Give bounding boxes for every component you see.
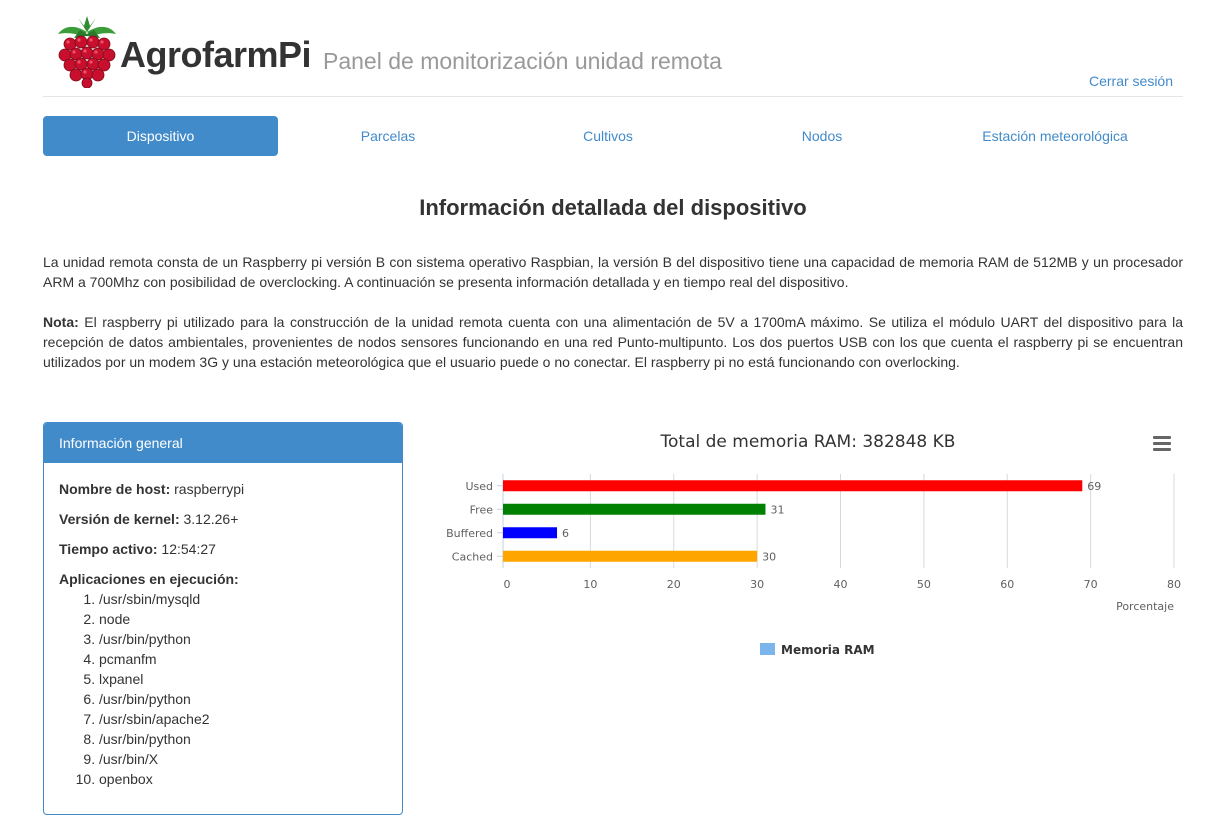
hostname-row: Nombre de host: raspberrypi (59, 479, 387, 499)
bar (503, 527, 558, 539)
uptime-label: Tiempo activo: (59, 541, 158, 557)
kernel-row: Versión de kernel: 3.12.26+ (59, 509, 387, 529)
general-info-panel: Información general Nombre de host: rasp… (43, 422, 403, 815)
brand-title: AgrofarmPi (120, 34, 312, 75)
ram-chart: Total de memoria RAM: 382848 KB 0 10 20 30 40… (425, 422, 1185, 672)
bar (503, 550, 758, 562)
list-item: /usr/bin/python (99, 629, 387, 649)
uptime-row: Tiempo activo: 12:54:27 (59, 539, 387, 559)
list-item: /usr/bin/python (99, 689, 387, 709)
hostname-label: Nombre de host: (59, 481, 171, 497)
y-category-label: Buffered (446, 527, 493, 540)
data-label: 6 (562, 527, 569, 540)
kernel-value: 3.12.26+ (179, 511, 239, 527)
nav-tab-cultivos[interactable]: Cultivos (498, 116, 718, 156)
chart-menu-icon[interactable] (1153, 436, 1171, 452)
panel-body: Nombre de host: raspberrypi Versión de k… (44, 463, 402, 789)
raspberry-logo-icon (58, 16, 116, 88)
y-category-label: Free (470, 503, 494, 516)
bar (503, 480, 1083, 492)
list-item: lxpanel (99, 669, 387, 689)
list-item: /usr/bin/python (99, 729, 387, 749)
list-item: /usr/bin/X (99, 749, 387, 769)
x-tick-label: 70 (1084, 578, 1098, 591)
x-tick-label: 0 (504, 578, 511, 591)
apps-list: /usr/sbin/mysqld node /usr/bin/python pc… (59, 589, 387, 789)
x-tick-label: 40 (834, 578, 848, 591)
legend-label: Memoria RAM (781, 643, 875, 657)
x-tick-label: 10 (583, 578, 597, 591)
apps-label: Aplicaciones en ejecución: (59, 571, 239, 587)
x-tick-label: 20 (667, 578, 681, 591)
data-label: 31 (770, 503, 784, 516)
panel-heading: Información general (44, 423, 402, 463)
x-tick-label: 80 (1167, 578, 1181, 591)
x-tick-label: 50 (917, 578, 931, 591)
list-item: node (99, 609, 387, 629)
x-tick-label: 60 (1000, 578, 1014, 591)
main-nav: Dispositivo Parcelas Cultivos Nodos Esta… (43, 116, 1183, 156)
nav-tab-parcelas[interactable]: Parcelas (278, 116, 498, 156)
ram-bar-chart: Total de memoria RAM: 382848 KB 0 10 20 30 40… (446, 432, 1181, 657)
list-item: /usr/sbin/mysqld (99, 589, 387, 609)
intro-paragraph: La unidad remota consta de un Raspberry … (43, 254, 1183, 290)
chart-title: Total de memoria RAM: 382848 KB (660, 432, 956, 452)
nav-tab-nodos[interactable]: Nodos (712, 116, 932, 156)
y-category-label: Used (465, 480, 493, 493)
logout-link[interactable]: Cerrar sesión (1089, 73, 1173, 89)
x-axis-label: Porcentaje (1116, 600, 1174, 613)
uptime-value: 12:54:27 (157, 541, 216, 557)
brand-subtitle: Panel de monitorización unidad remota (323, 48, 722, 74)
note-paragraph: Nota: El raspberry pi utilizado para la … (43, 312, 1183, 372)
note-label: Nota: (43, 314, 79, 330)
x-tick-label: 30 (750, 578, 764, 591)
data-label: 30 (762, 550, 776, 563)
list-item: /usr/sbin/apache2 (99, 709, 387, 729)
y-category-label: Cached (452, 550, 493, 563)
note-text: El raspberry pi utilizado para la constr… (43, 314, 1183, 370)
legend-swatch (760, 643, 775, 655)
hostname-value: raspberrypi (170, 481, 245, 497)
nav-tab-estacion-meteorologica[interactable]: Estación meteorológica (943, 116, 1167, 156)
kernel-label: Versión de kernel: (59, 511, 180, 527)
page-title: Información detallada del dispositivo (419, 195, 807, 220)
list-item: pcmanfm (99, 649, 387, 669)
nav-tab-dispositivo[interactable]: Dispositivo (43, 116, 278, 156)
list-item: openbox (99, 769, 387, 789)
data-label: 69 (1087, 480, 1101, 493)
bar (503, 503, 766, 515)
header: AgrofarmPi Panel de monitorización unida… (43, 0, 1183, 97)
